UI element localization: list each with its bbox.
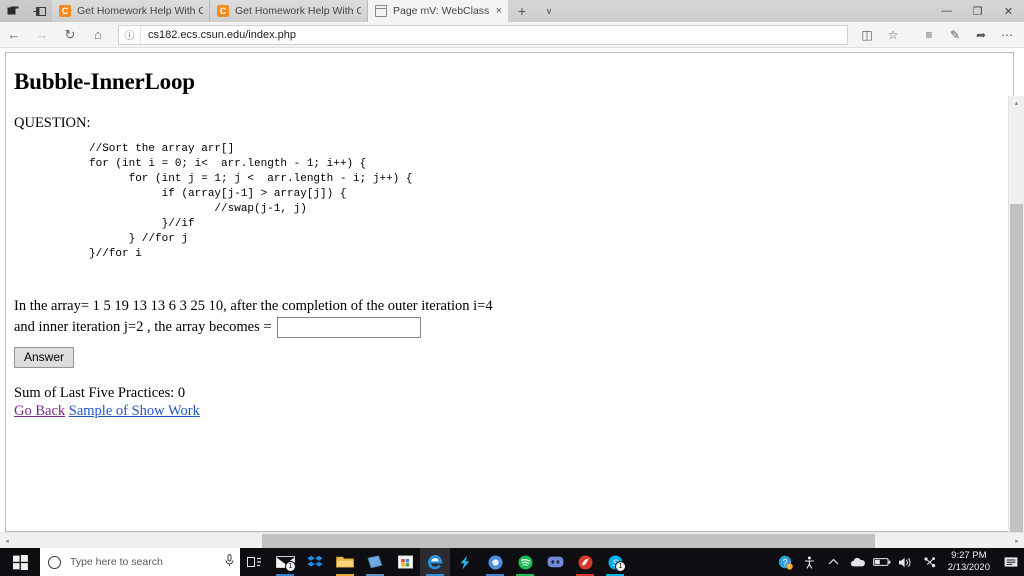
page-viewport: Bubble-InnerLoop QUESTION: //Sort the ar… <box>0 48 1024 576</box>
red-app-icon[interactable] <box>570 548 600 576</box>
accessibility-icon[interactable] <box>798 548 822 576</box>
browser-tab-2[interactable]: C Get Homework Help With C <box>210 0 368 22</box>
cortana-circle-icon <box>48 555 61 569</box>
scroll-right-arrow-icon[interactable]: ▸ <box>1010 537 1024 545</box>
browser-tab-1[interactable]: C Get Homework Help With C <box>52 0 210 22</box>
taskbar-search-placeholder: Type here to search <box>70 556 163 568</box>
window-controls: — ❐ ✕ <box>931 0 1024 22</box>
close-tab-icon[interactable]: × <box>496 5 502 17</box>
spotify-icon[interactable] <box>510 548 540 576</box>
chrome-browser-icon[interactable] <box>480 548 510 576</box>
practice-score-text: Sum of Last Five Practices: 0 <box>14 385 186 402</box>
settings-more-icon[interactable]: ⋯ <box>994 22 1020 48</box>
page-icon <box>375 5 387 17</box>
horizontal-scroll-thumb[interactable] <box>262 533 875 548</box>
windows-taskbar: Type here to search 1 1 ? ! 9:27 PM 2/13… <box>0 548 1024 576</box>
battery-icon[interactable] <box>870 548 894 576</box>
navigation-toolbar: ← → ↻ ⌂ ⓘ cs182.ecs.csun.edu/index.php ◫… <box>0 22 1024 48</box>
question-text-line-2: and inner iteration j=2 , the array beco… <box>14 317 1013 339</box>
network-bluetooth-icon[interactable] <box>918 548 942 576</box>
code-block: //Sort the array arr[] for (int i = 0; i… <box>89 143 413 261</box>
skype-icon[interactable]: S 1 <box>600 548 630 576</box>
site-info-icon[interactable]: ⓘ <box>119 25 141 44</box>
taskbar-search-box[interactable]: Type here to search <box>40 548 240 576</box>
scroll-left-arrow-icon[interactable]: ◂ <box>0 537 14 545</box>
show-hidden-icons-chevron[interactable] <box>822 548 846 576</box>
task-view-icon[interactable] <box>240 548 270 576</box>
mail-icon[interactable]: 1 <box>270 548 300 576</box>
answer-input[interactable] <box>276 317 421 339</box>
refresh-button[interactable]: ↻ <box>56 22 84 48</box>
address-bar[interactable]: ⓘ cs182.ecs.csun.edu/index.php <box>118 24 848 45</box>
browser-tab-2-title: Get Homework Help With C <box>235 5 361 17</box>
dropbox-icon[interactable] <box>300 548 330 576</box>
titlebar-left-icons <box>0 0 52 22</box>
address-bar-url: cs182.ecs.csun.edu/index.php <box>148 28 296 41</box>
home-button[interactable]: ⌂ <box>84 22 112 48</box>
microsoft-store-icon[interactable] <box>390 548 420 576</box>
discord-icon[interactable] <box>540 548 570 576</box>
page-horizontal-scrollbar[interactable]: ◂ ▸ <box>0 532 1024 548</box>
clock-time: 9:27 PM <box>951 550 987 562</box>
close-window-button[interactable]: ✕ <box>993 0 1024 22</box>
clock-date: 2/13/2020 <box>947 562 990 573</box>
tab-list-chevron-icon[interactable]: ∨ <box>536 0 562 22</box>
go-back-link[interactable]: Go Back <box>14 403 65 419</box>
forward-button[interactable]: → <box>28 22 56 48</box>
browser-window: C Get Homework Help With C C Get Homewor… <box>0 0 1024 576</box>
edge-browser-icon[interactable] <box>420 548 450 576</box>
svg-text:!: ! <box>789 564 790 569</box>
browser-tab-3-active[interactable]: Page mV: WebClass × <box>368 0 508 22</box>
page-content: Bubble-InnerLoop QUESTION: //Sort the ar… <box>6 53 1013 420</box>
file-explorer-icon[interactable] <box>330 548 360 576</box>
toolbar-actions: ◫ ☆ ≡ ✎ ➦ ⋯ <box>854 22 1024 48</box>
share-icon[interactable]: ➦ <box>968 22 994 48</box>
volume-icon[interactable] <box>894 548 918 576</box>
chegg-c-icon: C <box>217 5 229 17</box>
sticky-notes-icon[interactable] <box>360 548 390 576</box>
back-button[interactable]: ← <box>0 22 28 48</box>
reading-view-icon[interactable]: ≡ <box>916 22 942 48</box>
question-line-2-text: and inner iteration j=2 , the array beco… <box>14 319 272 336</box>
vertical-scroll-thumb[interactable] <box>1010 204 1023 576</box>
footer-links: Go Back Sample of Show Work <box>14 403 1013 420</box>
reading-list-icon[interactable]: ◫ <box>854 22 880 48</box>
minimize-button[interactable]: — <box>931 0 962 22</box>
tab-strip: C Get Homework Help With C C Get Homewor… <box>0 0 1024 22</box>
mail-unread-badge: 1 <box>285 561 296 572</box>
tabstrip-drag-area <box>562 0 931 22</box>
page-frame: Bubble-InnerLoop QUESTION: //Sort the ar… <box>5 52 1014 532</box>
lightning-app-icon[interactable] <box>450 548 480 576</box>
set-aside-tabs-icon[interactable] <box>26 0 52 22</box>
window-menu-icon[interactable] <box>0 0 26 22</box>
horizontal-scroll-track[interactable] <box>14 533 1010 549</box>
chegg-c-icon: C <box>59 5 71 17</box>
sample-show-work-link[interactable]: Sample of Show Work <box>69 403 200 419</box>
favorites-star-icon[interactable]: ☆ <box>880 22 906 48</box>
ink-notes-icon[interactable]: ✎ <box>942 22 968 48</box>
onedrive-cloud-icon[interactable] <box>846 548 870 576</box>
help-support-icon[interactable]: ? ! <box>774 548 798 576</box>
new-tab-button[interactable]: + <box>508 0 536 22</box>
restore-button[interactable]: ❐ <box>962 0 993 22</box>
action-center-icon[interactable] <box>998 548 1024 576</box>
scroll-up-arrow-icon[interactable]: ▴ <box>1009 96 1024 110</box>
page-vertical-scrollbar[interactable]: ▴ <box>1008 96 1024 576</box>
browser-tab-1-title: Get Homework Help With C <box>77 5 203 17</box>
answer-button[interactable]: Answer <box>14 347 75 369</box>
question-label: QUESTION: <box>14 115 91 131</box>
start-button[interactable] <box>0 548 40 576</box>
skype-unread-badge: 1 <box>615 561 626 572</box>
taskbar-clock[interactable]: 9:27 PM 2/13/2020 <box>942 550 998 573</box>
microphone-icon[interactable] <box>225 554 234 570</box>
question-text-line-1: In the array= 1 5 19 13 13 6 3 25 10, af… <box>14 297 493 314</box>
system-tray: ? ! 9:27 PM 2/13/2020 <box>774 548 1024 576</box>
browser-tab-3-title: Page mV: WebClass <box>393 5 490 17</box>
page-title: Bubble-InnerLoop <box>14 69 195 94</box>
